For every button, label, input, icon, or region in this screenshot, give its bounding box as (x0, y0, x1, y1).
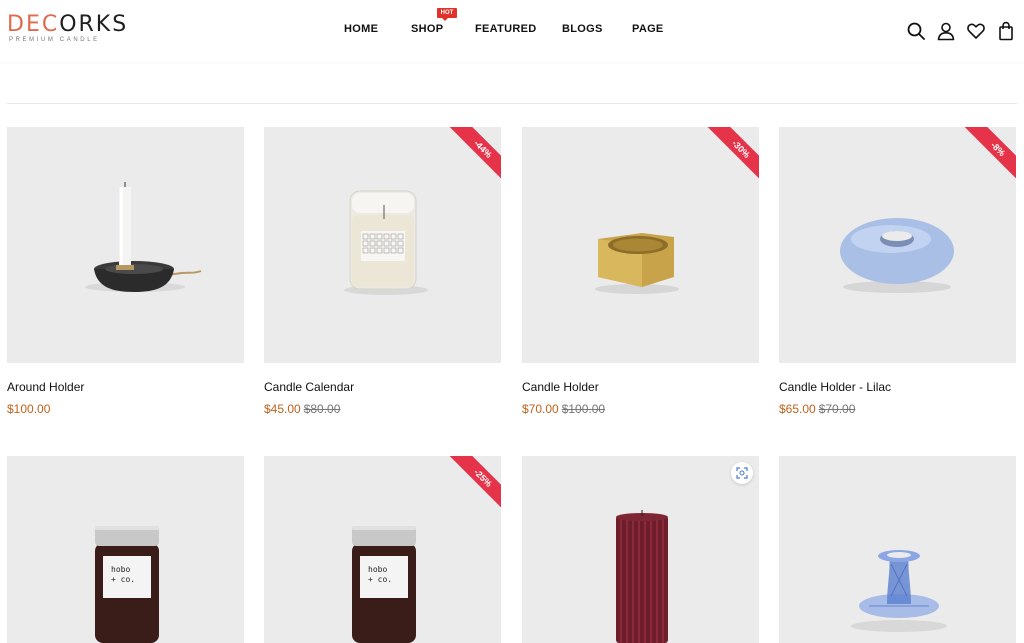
svg-text:hobo: hobo (368, 565, 387, 574)
product-name[interactable]: Candle Holder - Lilac (779, 380, 891, 394)
wishlist-icon[interactable] (966, 21, 986, 41)
product-image-candle-holder[interactable]: -30% (522, 127, 759, 363)
product-image-candle-calendar[interactable]: -44% (264, 127, 501, 363)
product-image-pillar-candle[interactable] (522, 456, 759, 643)
svg-text:hobo: hobo (111, 565, 130, 574)
product-name[interactable]: Around Holder (7, 380, 84, 394)
zoom-icon (736, 467, 748, 479)
cart-icon[interactable] (996, 21, 1016, 41)
hot-badge: HOT (437, 8, 457, 21)
product-image-candle-holder-lilac[interactable]: -8% (779, 127, 1016, 363)
current-price: $100.00 (7, 402, 51, 416)
product-image-around-holder[interactable] (7, 127, 244, 363)
product-price: $45.00 $80.00 (264, 402, 340, 416)
site-header: DECORKS PREMIUM CANDLE HOME SHOP FEATURE… (0, 0, 1024, 62)
section-divider (7, 103, 1017, 104)
product-image-jar-candle-sale[interactable]: hobo + co. -25% (264, 456, 501, 643)
original-price: $80.00 (303, 402, 341, 416)
current-price: $45.00 (264, 402, 301, 416)
svg-text:+ co.: + co. (368, 575, 392, 584)
product-price: $100.00 (7, 402, 50, 416)
current-price: $65.00 (779, 402, 816, 416)
header-actions (906, 21, 1016, 41)
nav-blogs[interactable]: BLOGS (562, 23, 603, 35)
nav-featured[interactable]: FEATURED (475, 23, 536, 35)
product-price: $70.00 $100.00 (522, 402, 605, 416)
current-price: $70.00 (522, 402, 559, 416)
product-name[interactable]: Candle Calendar (264, 380, 354, 394)
product-name[interactable]: Candle Holder (522, 380, 599, 394)
nav-shop[interactable]: SHOP (411, 23, 443, 35)
nav-home[interactable]: HOME (344, 23, 378, 35)
main-nav: HOME SHOP FEATURED BLOGS PAGE (0, 23, 1024, 39)
original-price: $100.00 (561, 402, 606, 416)
product-image-glass-holder[interactable] (779, 456, 1016, 643)
svg-text:+ co.: + co. (111, 575, 135, 584)
account-icon[interactable] (936, 21, 956, 41)
product-image-jar-candle[interactable]: hobo + co. (7, 456, 244, 643)
zoom-button[interactable] (731, 462, 753, 484)
nav-page[interactable]: PAGE (632, 23, 664, 35)
product-price: $65.00 $70.00 (779, 402, 855, 416)
search-icon[interactable] (906, 21, 926, 41)
original-price: $70.00 (818, 402, 856, 416)
